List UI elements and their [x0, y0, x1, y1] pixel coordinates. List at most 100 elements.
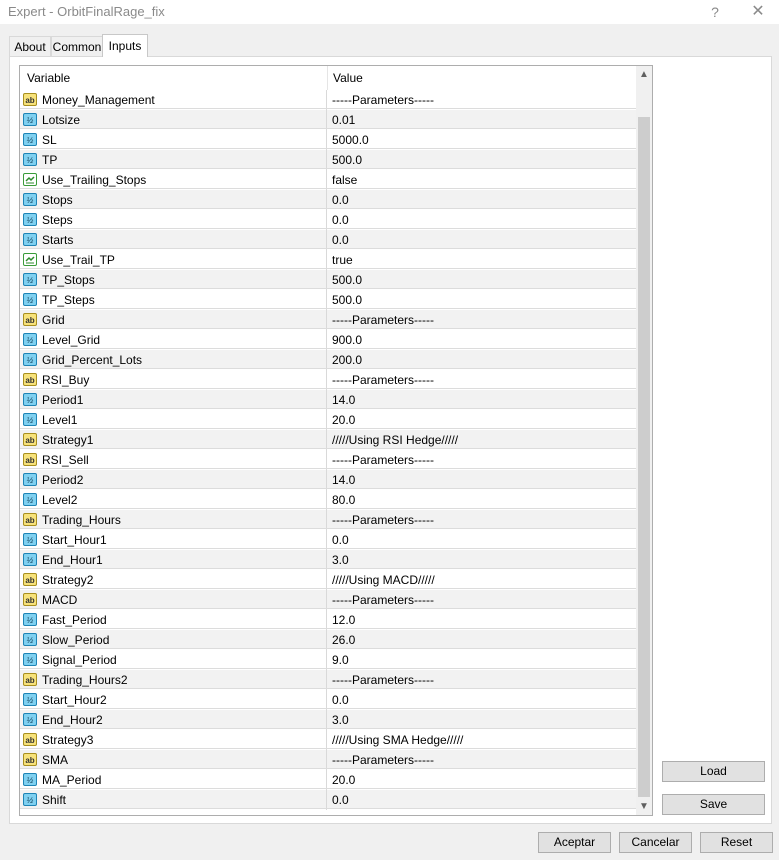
table-row[interactable]: Use_Trailing_Stops false [20, 170, 636, 190]
value-cell[interactable]: 0.0 [332, 230, 349, 250]
value-cell[interactable]: 5000.0 [332, 130, 369, 150]
table-row[interactable]: ½ MA_Period 20.0 [20, 770, 636, 790]
value-cell[interactable]: 3.0 [332, 710, 349, 730]
scroll-down-icon[interactable]: ▼ [636, 798, 652, 815]
row-divider [20, 488, 636, 489]
value-cell[interactable]: -----Parameters----- [332, 670, 434, 690]
table-row[interactable]: ½ Start_Hour2 0.0 [20, 690, 636, 710]
table-row[interactable]: ½ Slow_Period 26.0 [20, 630, 636, 650]
value-cell[interactable]: 80.0 [332, 490, 355, 510]
variable-name: Stops [42, 193, 73, 207]
table-row[interactable]: ½ Level1 20.0 [20, 410, 636, 430]
value-cell[interactable]: 12.0 [332, 610, 355, 630]
table-row[interactable]: ab Strategy3 /////Using SMA Hedge///// [20, 730, 636, 750]
vertical-scrollbar[interactable]: ▲ ▼ [636, 66, 652, 815]
table-row[interactable]: ab Money_Management -----Parameters----- [20, 90, 636, 110]
value-cell[interactable]: 9.0 [332, 650, 349, 670]
table-row[interactable]: ½ Shift 0.0 [20, 790, 636, 810]
table-row[interactable]: ½ Level2 80.0 [20, 490, 636, 510]
reset-button[interactable]: Reset [700, 832, 773, 853]
table-row[interactable]: ½ SL 5000.0 [20, 130, 636, 150]
table-row[interactable]: ½ Stops 0.0 [20, 190, 636, 210]
table-row[interactable]: ½ End_Hour2 3.0 [20, 710, 636, 730]
table-row[interactable]: ½ TP_Stops 500.0 [20, 270, 636, 290]
table-row[interactable]: ab MACD -----Parameters----- [20, 590, 636, 610]
ok-button[interactable]: Aceptar [538, 832, 611, 853]
variable-name: Signal_Period [42, 653, 117, 667]
save-button[interactable]: Save [662, 794, 765, 815]
value-cell[interactable]: 14.0 [332, 390, 355, 410]
table-row[interactable]: ab Strategy1 /////Using RSI Hedge///// [20, 430, 636, 450]
table-row[interactable]: ½ End_Hour1 3.0 [20, 550, 636, 570]
help-icon[interactable]: ? [706, 2, 724, 22]
column-header-variable[interactable]: Variable [27, 66, 70, 90]
value-cell[interactable]: 0.0 [332, 530, 349, 550]
variable-cell: ½ TP_Steps [20, 290, 327, 310]
value-cell[interactable]: 200.0 [332, 350, 362, 370]
value-cell[interactable]: 0.0 [332, 210, 349, 230]
table-row[interactable]: ½ TP 500.0 [20, 150, 636, 170]
value-cell[interactable]: 14.0 [332, 470, 355, 490]
value-cell[interactable]: 0.0 [332, 790, 349, 810]
value-cell[interactable]: 3.0 [332, 550, 349, 570]
value-cell[interactable]: false [332, 170, 357, 190]
value-cell[interactable]: /////Using SMA Hedge///// [332, 730, 463, 750]
table-row[interactable]: ½ Grid_Percent_Lots 200.0 [20, 350, 636, 370]
scroll-up-icon[interactable]: ▲ [636, 66, 652, 83]
close-icon[interactable]: ✕ [748, 2, 768, 22]
value-cell[interactable]: 26.0 [332, 630, 355, 650]
value-cell[interactable]: -----Parameters----- [332, 450, 434, 470]
table-row[interactable]: ½ Signal_Period 9.0 [20, 650, 636, 670]
value-cell[interactable]: 0.0 [332, 190, 349, 210]
table-row[interactable]: ab Trading_Hours2 -----Parameters----- [20, 670, 636, 690]
table-row[interactable]: ab SMA -----Parameters----- [20, 750, 636, 770]
tab-common[interactable]: Common [51, 36, 103, 56]
value-cell[interactable]: -----Parameters----- [332, 310, 434, 330]
value-cell[interactable]: /////Using RSI Hedge///// [332, 430, 458, 450]
inputs-table: Variable Value ab Money_Management -----Pa… [19, 65, 653, 816]
value-cell[interactable]: 500.0 [332, 290, 362, 310]
column-divider[interactable] [327, 66, 328, 90]
value-cell[interactable]: 500.0 [332, 150, 362, 170]
table-row[interactable]: ½ Period2 14.0 [20, 470, 636, 490]
value-cell[interactable]: 900.0 [332, 330, 362, 350]
tab-about[interactable]: About [9, 36, 51, 56]
value-cell[interactable]: /////Using MACD///// [332, 570, 435, 590]
value-cell[interactable]: -----Parameters----- [332, 750, 434, 770]
number-type-icon: ½ [23, 493, 37, 506]
table-row[interactable]: ½ Fast_Period 12.0 [20, 610, 636, 630]
value-cell[interactable]: 500.0 [332, 270, 362, 290]
table-row[interactable]: ½ Steps 0.0 [20, 210, 636, 230]
value-cell[interactable]: -----Parameters----- [332, 370, 434, 390]
row-divider [20, 508, 636, 509]
table-row[interactable]: ½ Start_Hour1 0.0 [20, 530, 636, 550]
value-cell[interactable]: -----Parameters----- [332, 510, 434, 530]
value-cell[interactable]: 20.0 [332, 410, 355, 430]
row-divider [20, 668, 636, 669]
value-cell[interactable]: 20.0 [332, 770, 355, 790]
tab-inputs[interactable]: Inputs [102, 34, 148, 57]
scrollbar-thumb[interactable] [638, 117, 650, 797]
value-cell[interactable]: true [332, 250, 353, 270]
number-type-icon: ½ [23, 533, 37, 546]
table-row[interactable]: ½ Level_Grid 900.0 [20, 330, 636, 350]
table-row[interactable]: ab RSI_Sell -----Parameters----- [20, 450, 636, 470]
string-type-icon: ab [23, 753, 37, 766]
table-row[interactable]: ½ TP_Steps 500.0 [20, 290, 636, 310]
table-row[interactable]: ½ Starts 0.0 [20, 230, 636, 250]
table-row[interactable]: ½ Lotsize 0.01 [20, 110, 636, 130]
value-cell[interactable]: -----Parameters----- [332, 90, 434, 110]
value-cell[interactable]: 0.01 [332, 110, 355, 130]
value-cell[interactable]: 0.0 [332, 690, 349, 710]
table-row[interactable]: ab Strategy2 /////Using MACD///// [20, 570, 636, 590]
table-row[interactable]: ½ Period1 14.0 [20, 390, 636, 410]
load-button[interactable]: Load [662, 761, 765, 782]
cancel-button[interactable]: Cancelar [619, 832, 692, 853]
value-cell[interactable]: -----Parameters----- [332, 590, 434, 610]
table-row[interactable]: Use_Trail_TP true [20, 250, 636, 270]
table-row[interactable]: ab RSI_Buy -----Parameters----- [20, 370, 636, 390]
table-row[interactable]: ab Grid -----Parameters----- [20, 310, 636, 330]
table-row[interactable]: ab Trading_Hours -----Parameters----- [20, 510, 636, 530]
row-divider [20, 528, 636, 529]
column-header-value[interactable]: Value [333, 66, 363, 90]
